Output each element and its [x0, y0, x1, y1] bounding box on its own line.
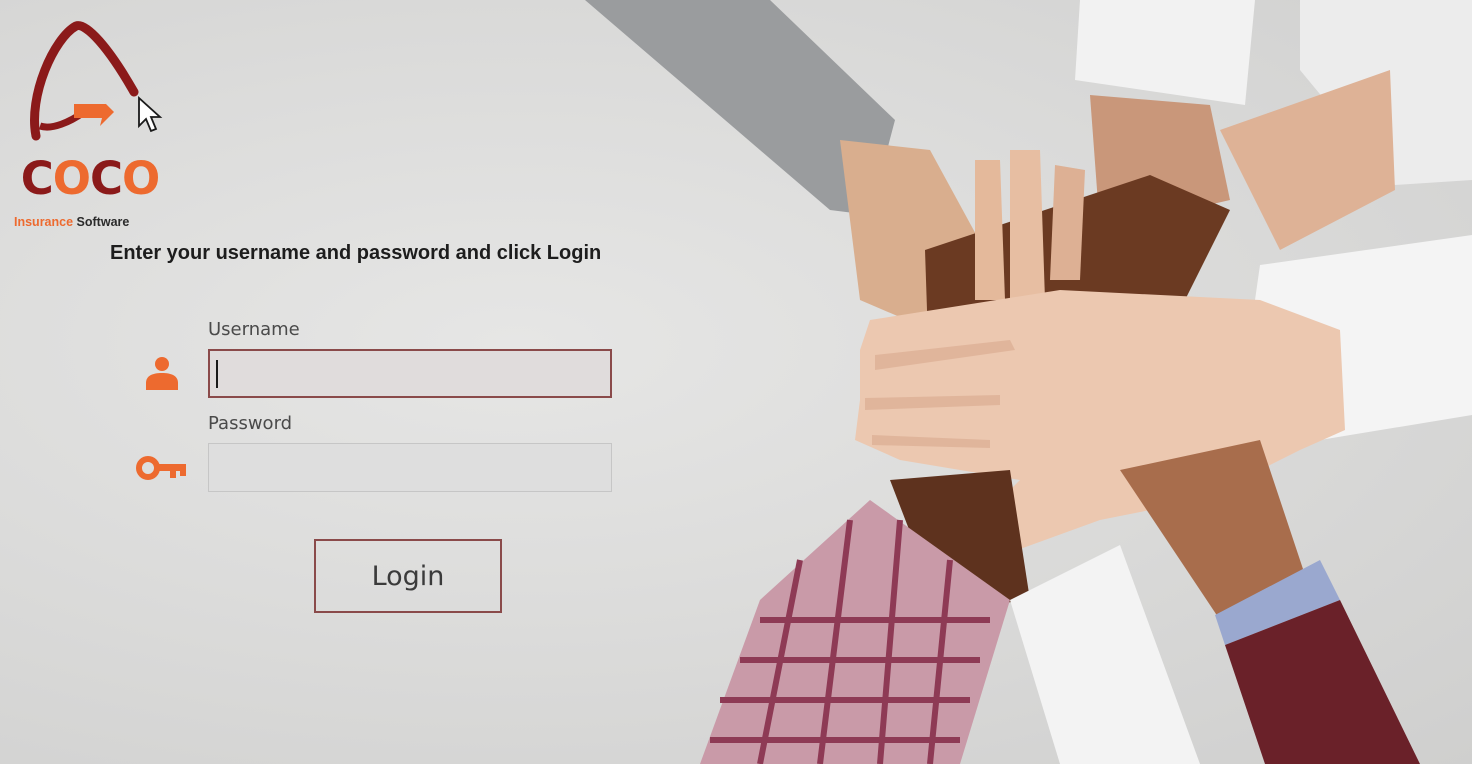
- logo-swoosh-icon: [30, 21, 139, 141]
- logo-letter-4: O: [122, 152, 160, 205]
- logo-subtitle: Insurance Software: [14, 215, 162, 229]
- logo-subtitle-insurance: Insurance: [14, 215, 74, 229]
- mouse-pointer-icon: [138, 96, 163, 133]
- logo-subtitle-software: Software: [76, 215, 130, 229]
- text-caret: [216, 360, 218, 388]
- login-button[interactable]: Login: [314, 539, 502, 613]
- key-icon: [136, 456, 186, 480]
- logo-letter-1: C: [20, 152, 54, 205]
- password-label: Password: [208, 413, 293, 434]
- logo-wordmark: COCO: [20, 156, 161, 201]
- login-instruction: Enter your username and password and cli…: [110, 242, 602, 264]
- logo-letter-3: C: [90, 152, 123, 205]
- username-input[interactable]: [208, 349, 612, 398]
- username-label: Username: [208, 319, 300, 340]
- logo-letter-2: O: [52, 152, 91, 205]
- user-icon: [146, 357, 178, 390]
- password-input[interactable]: [208, 443, 612, 492]
